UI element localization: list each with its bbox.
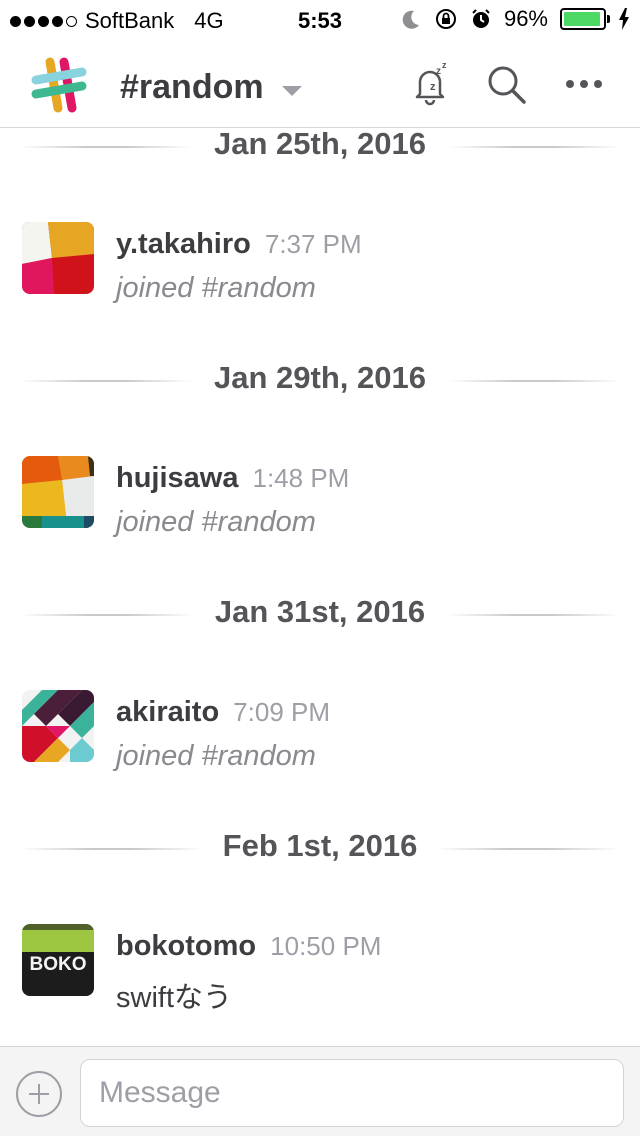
status-bar: SoftBank 4G 5:53 96% <box>0 0 640 40</box>
message-timestamp: 7:37 PM <box>264 229 362 259</box>
day-divider: Jan 31st, 2016 <box>0 594 640 634</box>
message-item[interactable]: akiraito 7:09 PM joined #random <box>0 690 640 790</box>
message-text: joined #random <box>116 506 316 538</box>
snooze-bell-icon[interactable]: z z z <box>406 60 454 108</box>
status-right: 96% <box>400 6 630 32</box>
message-text: joined #random <box>116 272 316 304</box>
user-avatar[interactable] <box>22 456 94 528</box>
avatar-text: BOKO <box>30 954 87 975</box>
day-divider-label: Jan 29th, 2016 <box>214 360 426 395</box>
day-divider-label: Jan 31st, 2016 <box>214 594 426 629</box>
day-divider: Jan 29th, 2016 <box>0 360 640 400</box>
day-divider-label: Feb 1st, 2016 <box>222 828 418 863</box>
message-username[interactable]: akiraito <box>116 696 219 728</box>
message-item[interactable]: hujisawa 1:48 PM joined #random <box>0 456 640 556</box>
message-item[interactable]: BOKO bokotomo 10:50 PM swiftなう <box>0 924 640 1024</box>
charging-icon <box>619 8 629 30</box>
svg-text:z: z <box>436 66 441 77</box>
user-avatar[interactable]: BOKO <box>22 924 94 996</box>
battery-percent: 96% <box>503 6 548 31</box>
moon-icon <box>402 10 419 29</box>
message-composer <box>0 1046 640 1136</box>
rotation-lock-icon <box>435 9 456 29</box>
day-divider: Jan 25th, 2016 <box>0 126 640 166</box>
search-icon[interactable] <box>482 60 530 108</box>
message-text: joined #random <box>116 740 316 772</box>
message-username[interactable]: bokotomo <box>116 930 256 962</box>
user-avatar[interactable] <box>22 222 94 294</box>
alarm-icon <box>472 9 490 28</box>
svg-text:z: z <box>442 60 447 70</box>
day-divider: Feb 1st, 2016 <box>0 828 640 868</box>
message-username[interactable]: hujisawa <box>116 462 239 494</box>
more-icon[interactable] <box>560 60 608 108</box>
slack-logo-icon[interactable] <box>30 56 88 114</box>
message-input[interactable] <box>80 1059 624 1127</box>
channel-title[interactable]: #random <box>120 68 264 107</box>
message-timestamp: 10:50 PM <box>270 931 382 961</box>
battery-icon <box>560 8 610 30</box>
message-text: swiftなう <box>116 982 233 1014</box>
message-username[interactable]: y.takahiro <box>116 228 251 260</box>
message-timestamp: 7:09 PM <box>233 697 330 727</box>
chevron-down-icon[interactable] <box>282 86 302 96</box>
add-attachment-icon[interactable] <box>16 1071 62 1117</box>
message-timestamp: 1:48 PM <box>252 463 350 493</box>
user-avatar[interactable] <box>22 690 94 762</box>
day-divider-label: Jan 25th, 2016 <box>214 126 426 161</box>
message-item[interactable]: y.takahiro 7:37 PM joined #random <box>0 222 640 322</box>
svg-text:z: z <box>430 81 436 93</box>
channel-header: #random z z z <box>0 40 640 128</box>
